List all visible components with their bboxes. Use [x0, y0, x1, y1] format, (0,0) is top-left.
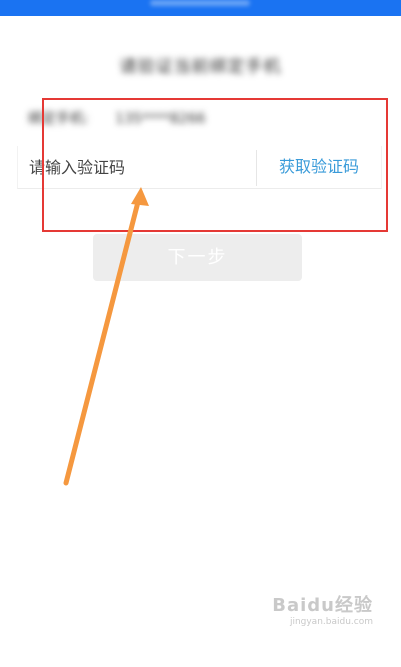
baidu-watermark: Baidu经验 jingyan.baidu.com [272, 591, 373, 627]
watermark-url: jingyan.baidu.com [289, 617, 373, 627]
get-code-button[interactable]: 获取验证码 [257, 146, 381, 188]
phone-value: 135****8266 [115, 111, 206, 127]
verification-code-row: 获取验证码 [17, 146, 382, 189]
verification-code-input[interactable] [18, 146, 254, 188]
phone-label: 绑定手机: [28, 111, 89, 127]
top-bar [0, 0, 401, 16]
phone-row: 绑定手机: 135****8266 [28, 108, 206, 128]
watermark-logo: Baidu经验 [272, 595, 373, 616]
instruction-text: 请验证当前绑定手机 [119, 57, 282, 77]
top-bar-title [150, 0, 250, 6]
next-step-button[interactable]: 下一步 [93, 234, 302, 281]
arrow-annotation-icon [63, 187, 149, 486]
